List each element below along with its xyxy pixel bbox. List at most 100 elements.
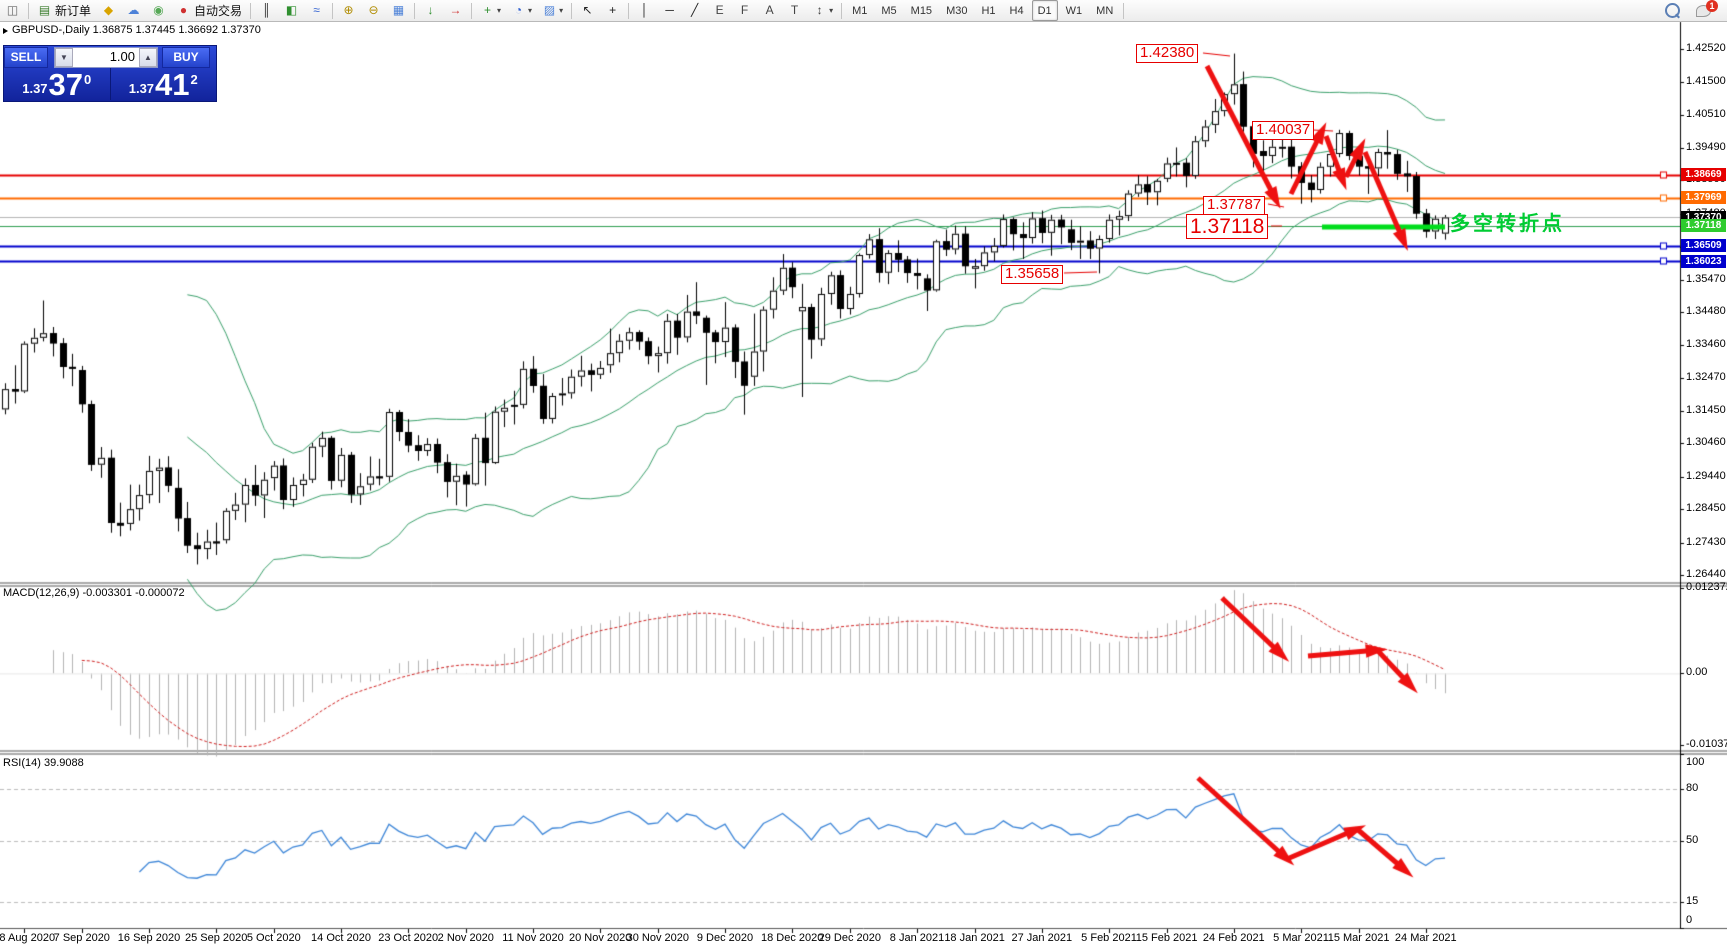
chart-canvas[interactable] (0, 0, 1727, 944)
toolbar-separator (332, 2, 334, 19)
indicators-button[interactable]: + ▾ (476, 0, 505, 21)
tf-m1-button[interactable]: M1 (846, 0, 873, 21)
toolbar-separator (28, 2, 29, 19)
tile-windows-button[interactable]: ▦ (387, 0, 410, 21)
fibonacci-button[interactable]: F (733, 0, 756, 21)
volume-stepper: ▼ 1.00 ▲ (54, 47, 158, 68)
rsi-tick-label: 80 (1686, 781, 1699, 794)
signals-button[interactable]: ◉ (147, 0, 170, 21)
price-tick-label: 1.42520 (1686, 42, 1726, 54)
toolbar-separator (571, 2, 573, 19)
price-tick-label: 1.27430 (1686, 535, 1726, 548)
periods-button[interactable]: ◔ ▾ (507, 0, 536, 21)
macd-tick-label: 0.012372 (1686, 581, 1727, 593)
toolbar: ◫ ▤ 新订单 ◆ ☁ ◉ ● 自动交易 ║ ◧ ≈ ⊕ ⊖ ▦ ↓ → + ▾ ◔ ▾ ▨ ▾ ↖ + │ ─ ╱ E F A T ↕ ▾ M1… (0, 0, 1727, 22)
tf-mn-button[interactable]: MN (1090, 0, 1119, 21)
toolbar-separator (1123, 2, 1125, 19)
price-tick-label: 1.33460 (1686, 338, 1726, 351)
buy-price[interactable]: 1.37 41 2 (111, 68, 217, 100)
turning-point-annotation[interactable]: 多空转折点 (1450, 207, 1565, 236)
search-button[interactable] (1661, 0, 1684, 21)
text-label-icon: T (790, 3, 799, 17)
price-tick-label: 1.35470 (1686, 272, 1726, 285)
hline-button[interactable]: ─ (658, 0, 681, 21)
price-flag-label[interactable]: 1.42380 (1136, 44, 1199, 63)
tf-h1-button[interactable]: H1 (975, 0, 1001, 21)
candlestick-chart-button[interactable]: ◧ (280, 0, 303, 21)
price-flag-label[interactable]: 1.40037 (1252, 121, 1315, 140)
notifications-button[interactable]: 1 (1686, 0, 1722, 21)
bar-chart-button[interactable]: ║ (255, 0, 278, 21)
new-order-button[interactable]: ▤ 新订单 (33, 0, 95, 21)
vline-button[interactable]: │ (633, 0, 656, 21)
market-watch-button[interactable]: ◫ (1, 0, 24, 21)
autotrading-button[interactable]: ● 自动交易 (172, 0, 246, 21)
community-button[interactable]: ☁ (122, 0, 145, 21)
autotrading-button-label: 自动交易 (194, 4, 243, 18)
arrows-icon: ↕ (816, 3, 823, 17)
zoom-out-button[interactable]: ⊖ (362, 0, 385, 21)
dropdown-arrow-icon: ▾ (829, 6, 834, 15)
dropdown-arrow-icon: ▾ (559, 6, 564, 15)
tf-h4-button[interactable]: H4 (1004, 0, 1030, 21)
price-badge: 1.36509 (1681, 239, 1726, 253)
buy-button[interactable]: BUY (162, 47, 210, 68)
toolbar-separator (250, 2, 252, 19)
macd-tick-label: 0.00 (1686, 666, 1708, 679)
tf-m30-button[interactable]: M30 (940, 0, 973, 21)
line-chart-button[interactable]: ≈ (305, 0, 328, 21)
sell-button[interactable]: SELL (4, 47, 48, 68)
chart-shift-button[interactable]: → (444, 0, 467, 21)
text-label-button[interactable]: T (783, 0, 806, 21)
price-tick-label: 1.28450 (1686, 502, 1726, 515)
zoom-in-button[interactable]: ⊕ (337, 0, 360, 21)
toolbar-separator (628, 2, 630, 19)
macd-tick-label: -0.010374 (1686, 738, 1727, 750)
price-badge: 1.36023 (1681, 254, 1726, 268)
auto-scroll-button[interactable]: ↓ (419, 0, 442, 21)
arrows-button[interactable]: ↕ ▾ (808, 0, 837, 21)
signals-icon: ◉ (153, 3, 164, 17)
toolbar-right-group: 1 (1660, 0, 1727, 21)
channel-icon: E (715, 3, 724, 17)
line-chart-icon: ≈ (313, 3, 320, 17)
chart-shift-icon: → (449, 3, 462, 17)
tf-w1-button[interactable]: W1 (1060, 0, 1089, 21)
tf-d1-button[interactable]: D1 (1031, 0, 1058, 21)
price-tick-label: 1.39490 (1686, 141, 1726, 154)
price-badge: 1.38669 (1681, 168, 1726, 182)
volume-decrement-button[interactable]: ▼ (55, 48, 73, 67)
hline-icon: ─ (665, 3, 674, 17)
price-tick-label: 1.40510 (1686, 107, 1726, 120)
channel-button[interactable]: E (708, 0, 731, 21)
rsi-tick-label: 0 (1686, 914, 1693, 926)
price-flag-label[interactable]: 1.37787 (1203, 196, 1266, 215)
sell-price[interactable]: 1.37 37 0 (4, 68, 111, 100)
trendline-icon: ╱ (690, 3, 699, 17)
tf-m5-button[interactable]: M5 (875, 0, 902, 21)
autotrading-icon: ● (179, 3, 188, 17)
cursor-icon: ↖ (582, 3, 593, 17)
date-label: 24 Mar 2021 (1394, 932, 1457, 944)
price-flag-label[interactable]: 1.37118 (1186, 214, 1269, 240)
price-tick-label: 1.41500 (1686, 75, 1726, 88)
templates-button[interactable]: ▨ ▾ (538, 0, 567, 21)
crosshair-button[interactable]: + (601, 0, 624, 21)
toolbar-separator (471, 2, 473, 19)
search-icon (1665, 3, 1680, 18)
trendline-button[interactable]: ╱ (683, 0, 706, 21)
rsi-tick-label: 50 (1686, 834, 1699, 846)
chart-gold-button[interactable]: ◆ (97, 0, 120, 21)
new-order-icon: ▤ (38, 3, 51, 17)
cursor-button[interactable]: ↖ (576, 0, 599, 21)
price-badge: 1.37969 (1681, 191, 1726, 205)
text-button[interactable]: A (758, 0, 781, 21)
volume-input[interactable]: 1.00 (73, 48, 139, 67)
market-watch-icon: ◫ (6, 3, 19, 17)
volume-increment-button[interactable]: ▲ (139, 48, 157, 67)
price-flag-label[interactable]: 1.35658 (1001, 265, 1064, 284)
tf-m15-button[interactable]: M15 (905, 0, 938, 21)
price-tick-label: 1.29440 (1686, 469, 1726, 482)
periods-icon: ◔ (514, 3, 523, 17)
candlestick-chart-icon: ◧ (285, 3, 298, 17)
